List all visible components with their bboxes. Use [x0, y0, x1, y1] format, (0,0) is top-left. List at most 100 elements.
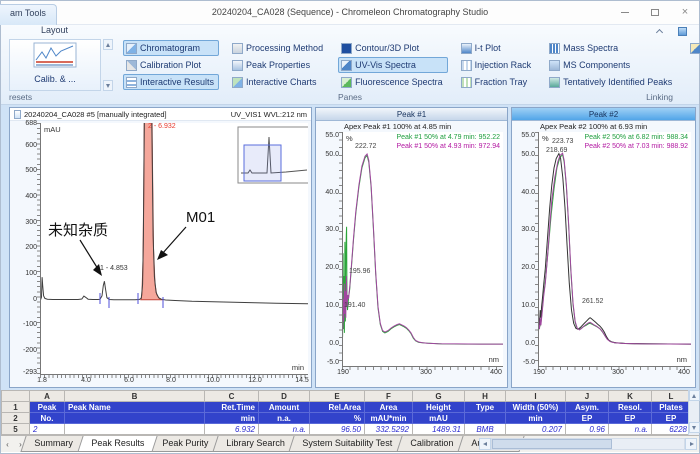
- scroll-left-icon[interactable]: [479, 438, 491, 450]
- cell-resol[interactable]: n.a.: [609, 424, 652, 435]
- scrollbar-thumb[interactable]: [492, 439, 612, 449]
- column-letter[interactable]: E: [310, 391, 365, 402]
- impurity-annotation: 未知杂质: [48, 219, 108, 240]
- cell-height[interactable]: 1489.31: [413, 424, 465, 435]
- tab-calibration[interactable]: Calibration: [396, 436, 466, 452]
- chromatogram-button[interactable]: Chromatogram: [123, 40, 219, 56]
- tab-label: Library Search: [226, 438, 285, 448]
- cell-width-50[interactable]: 0.207: [506, 424, 566, 435]
- tick-label: 190: [334, 369, 352, 376]
- impurity-arrow: [80, 240, 98, 269]
- button-label: Injection Rack: [475, 60, 532, 70]
- tick-label: 600: [11, 142, 37, 149]
- column-letter[interactable]: G: [413, 391, 465, 402]
- table-vertical-scrollbar[interactable]: [688, 390, 699, 435]
- column-letter[interactable]: C: [205, 391, 259, 402]
- peak1-header[interactable]: Peak #1: [316, 108, 507, 121]
- cell-peak-no[interactable]: 2: [30, 424, 65, 435]
- header-cell: Ret.Time: [205, 402, 259, 413]
- peak-properties-button[interactable]: Peak Properties: [229, 57, 328, 73]
- collapse-ribbon-button[interactable]: [657, 27, 665, 35]
- tick-label: -5.0: [513, 359, 535, 366]
- results-grid[interactable]: A B C D E F G H I J K L 1 Peak Peak Name…: [1, 390, 699, 435]
- header-cell: Resol.: [609, 402, 652, 413]
- peak1-spectrum-plot[interactable]: [342, 132, 503, 367]
- row-number[interactable]: 2: [2, 413, 30, 424]
- preset-scroll-up-icon[interactable]: [103, 39, 113, 50]
- column-letter[interactable]: I: [506, 391, 566, 402]
- cell-rel-area[interactable]: 96.50: [310, 424, 365, 435]
- tick-label: 8.0: [159, 377, 183, 384]
- row-number[interactable]: 5: [2, 424, 30, 435]
- scroll-up-icon[interactable]: [689, 390, 700, 401]
- peak1-panel[interactable]: Peak #1 Apex Peak #1 100% at 4.85 min % …: [315, 107, 508, 388]
- tab-system-suitability-test[interactable]: System Suitability Test: [289, 436, 406, 452]
- calibration-plot-icon: [126, 60, 137, 71]
- tick-label: 14.5: [290, 377, 314, 384]
- peak2-wavelength-b: 218.69: [546, 147, 567, 154]
- column-letter[interactable]: J: [566, 391, 609, 402]
- panes-group-label: Panes: [1, 92, 699, 102]
- cell-area[interactable]: 332.5292: [365, 424, 413, 435]
- peak2-header[interactable]: Peak #2: [512, 108, 695, 121]
- cell-asym[interactable]: 0.96: [566, 424, 609, 435]
- peak2-panel[interactable]: Peak #2 Apex Peak #2 100% at 6.93 min % …: [511, 107, 696, 388]
- cell-peak-name[interactable]: [65, 424, 205, 435]
- tentatively-identified-peaks-button[interactable]: Tentatively Identified Peaks: [546, 74, 677, 90]
- processing-method-button[interactable]: Processing Method: [229, 40, 328, 56]
- column-letter[interactable]: D: [259, 391, 310, 402]
- tabs-scroll-left-button[interactable]: ‹: [1, 436, 14, 452]
- grid-corner[interactable]: [2, 391, 30, 402]
- i-t-plot-button[interactable]: I-t Plot: [458, 40, 537, 56]
- cell-amount[interactable]: n.a.: [259, 424, 310, 435]
- processing-method-icon: [232, 43, 243, 54]
- ribbon-tab-layout[interactable]: Layout: [1, 25, 699, 38]
- ribbon-options-icon[interactable]: [678, 27, 687, 36]
- column-letter[interactable]: H: [465, 391, 506, 402]
- peak-data-row[interactable]: 5 2 6.932 n.a. 96.50 332.5292 1489.31 BM…: [2, 424, 691, 435]
- injection-rack-button[interactable]: Injection Rack: [458, 57, 537, 73]
- row-number[interactable]: 1: [2, 402, 30, 413]
- scroll-down-icon[interactable]: [689, 422, 700, 433]
- tab-peak-results[interactable]: Peak Results: [77, 436, 157, 452]
- uv-vis-spectra-button[interactable]: UV-Vis Spectra: [338, 57, 448, 73]
- chromatogram-panel[interactable]: 20240204_CA028 #5 [manually integrated] …: [9, 107, 312, 388]
- header-cell: EP: [609, 413, 652, 424]
- scroll-right-icon[interactable]: [685, 438, 697, 450]
- ms-autofilters-button[interactable]: MS AutoFilters: [687, 40, 700, 56]
- header-cell: %: [310, 413, 365, 424]
- column-letter[interactable]: A: [30, 391, 65, 402]
- tab-library-search[interactable]: Library Search: [212, 436, 298, 452]
- cell-ret-time[interactable]: 6.932: [205, 424, 259, 435]
- button-label: Contour/3D Plot: [355, 43, 419, 53]
- column-letter[interactable]: L: [652, 391, 691, 402]
- minimize-button[interactable]: [617, 5, 633, 19]
- preset-scrollbar[interactable]: [103, 39, 113, 91]
- header-cell: mAU: [413, 413, 465, 424]
- cell-type[interactable]: BMB: [465, 424, 506, 435]
- cell-plates[interactable]: 6228: [652, 424, 691, 435]
- panes-area: 20240204_CA028 #5 [manually integrated] …: [1, 105, 699, 390]
- restore-button[interactable]: [647, 5, 663, 19]
- ms-components-button[interactable]: MS Components: [546, 57, 677, 73]
- fraction-tray-button[interactable]: Fraction Tray: [458, 74, 537, 90]
- peak2-spectrum-plot[interactable]: [538, 132, 691, 367]
- chromatogram-plot[interactable]: [40, 123, 308, 375]
- preset-scroll-down-icon[interactable]: [103, 80, 113, 91]
- column-letter[interactable]: F: [365, 391, 413, 402]
- interactive-charts-button[interactable]: Interactive Charts: [229, 74, 328, 90]
- close-button[interactable]: ×: [677, 5, 693, 19]
- tab-peak-purity[interactable]: Peak Purity: [148, 436, 221, 452]
- overview-zoom-rect[interactable]: [244, 145, 281, 181]
- preset-calib-tile[interactable]: Calib. & ...: [9, 39, 101, 91]
- column-letter[interactable]: B: [65, 391, 205, 402]
- calibration-plot-button[interactable]: Calibration Plot: [123, 57, 219, 73]
- mass-spectra-button[interactable]: Mass Spectra: [546, 40, 677, 56]
- interactive-results-button[interactable]: Interactive Results: [123, 74, 219, 90]
- horizontal-scrollbar[interactable]: [479, 438, 697, 450]
- fluorescence-spectra-button[interactable]: Fluorescence Spectra: [338, 74, 448, 90]
- tab-summary[interactable]: Summary: [20, 436, 86, 452]
- column-letter[interactable]: K: [609, 391, 652, 402]
- contour-3d-plot-button[interactable]: Contour/3D Plot: [338, 40, 448, 56]
- tick-label: 200: [11, 244, 37, 251]
